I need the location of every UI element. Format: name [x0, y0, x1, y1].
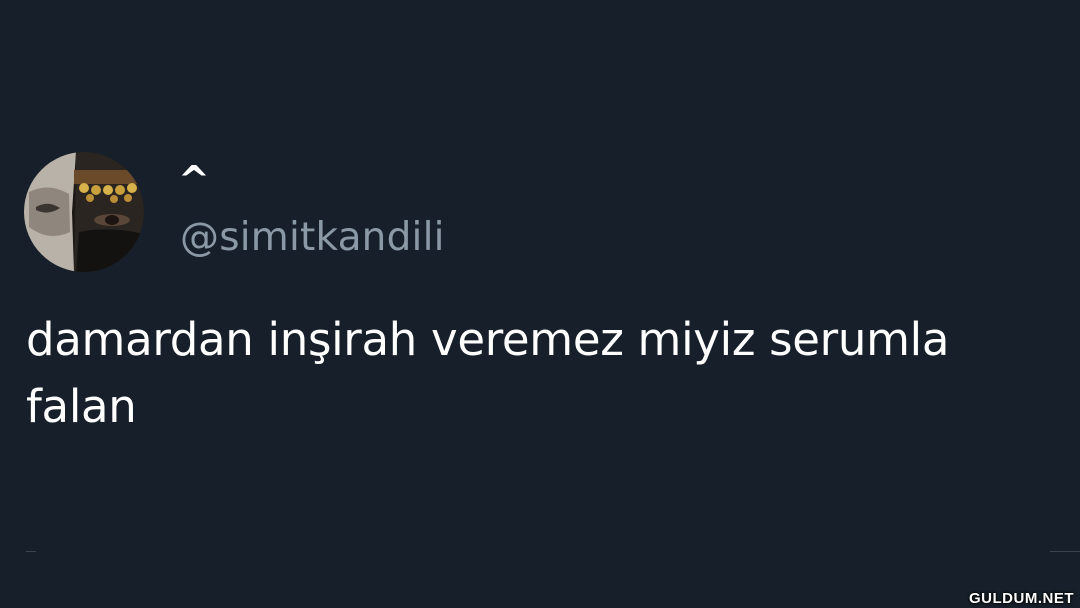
divider	[1050, 551, 1080, 552]
user-handle[interactable]: @simitkandili	[180, 214, 445, 262]
watermark: GULDUM.NET	[969, 590, 1074, 607]
avatar[interactable]	[24, 152, 144, 272]
profile-photo-icon	[24, 152, 144, 272]
display-name[interactable]: ^	[178, 156, 210, 204]
divider	[26, 551, 36, 552]
tweet-text: damardan inşirah veremez miyiz serumla f…	[26, 313, 950, 433]
